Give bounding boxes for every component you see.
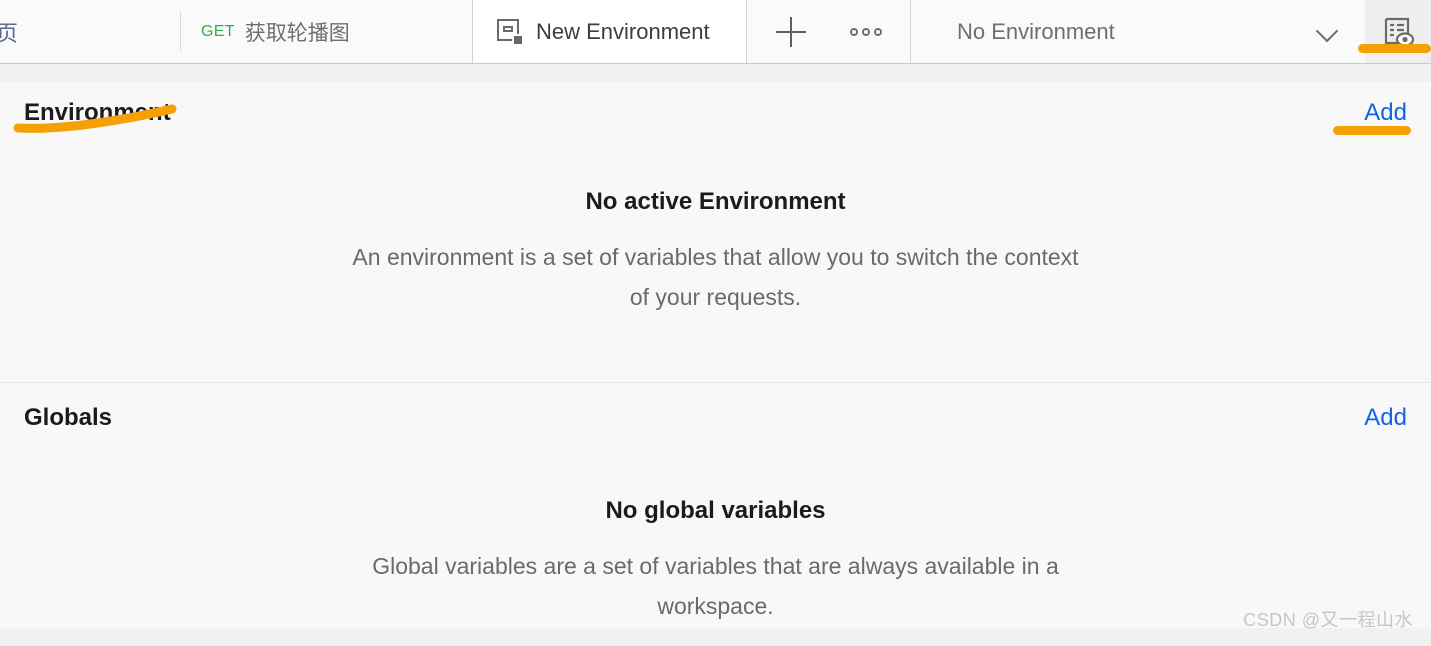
environment-section-title: Environment [24,99,171,126]
globals-section-title: Globals [24,404,113,432]
globals-empty-title: No global variables [605,497,826,525]
chevron-down-icon [1317,21,1339,43]
tab-bar: 页 GET 获取轮播图 New Environment No Environme… [0,0,1431,64]
annotation-underline-environment-add [1333,126,1411,135]
footer-strip [0,628,1431,646]
globals-empty-description: Global variables are a set of variables … [372,553,1059,619]
environment-quick-look-icon [1384,17,1415,47]
environment-selector-value: No Environment [957,18,1115,44]
environment-empty-state: No active Environment An environment is … [0,188,1431,317]
tab-new-environment-label: New Environment [536,18,710,44]
tab-new-environment[interactable]: New Environment [472,0,747,63]
environment-add-link[interactable]: Add [1364,99,1407,127]
environment-panel: Environment Add No active Environment An… [0,82,1431,628]
request-tab-label: 获取轮播图 [244,21,350,45]
environment-empty-title: No active Environment [585,188,846,215]
environment-quick-look-button[interactable] [1365,0,1431,63]
tab-home-label: 页 [0,20,19,46]
plus-icon[interactable] [775,16,806,47]
csdn-watermark: CSDN @又一程山水 [1243,610,1413,630]
globals-add-link[interactable]: Add [1364,404,1407,432]
environment-selector[interactable]: No Environment [911,0,1365,63]
environment-icon [497,18,523,45]
globals-section-header: Globals Add [0,383,1431,453]
tab-request-get-carousel[interactable]: GET 获取轮播图 [181,0,472,63]
ellipsis-icon[interactable] [849,27,882,36]
globals-empty-state: No global variables Global variables are… [0,497,1431,626]
tab-tools [747,0,911,63]
environment-empty-description: An environment is a set of variables tha… [352,244,1079,310]
environment-section-header: Environment Add [0,82,1431,144]
request-method-label: GET [201,22,235,40]
tab-home[interactable]: 页 [0,0,180,63]
